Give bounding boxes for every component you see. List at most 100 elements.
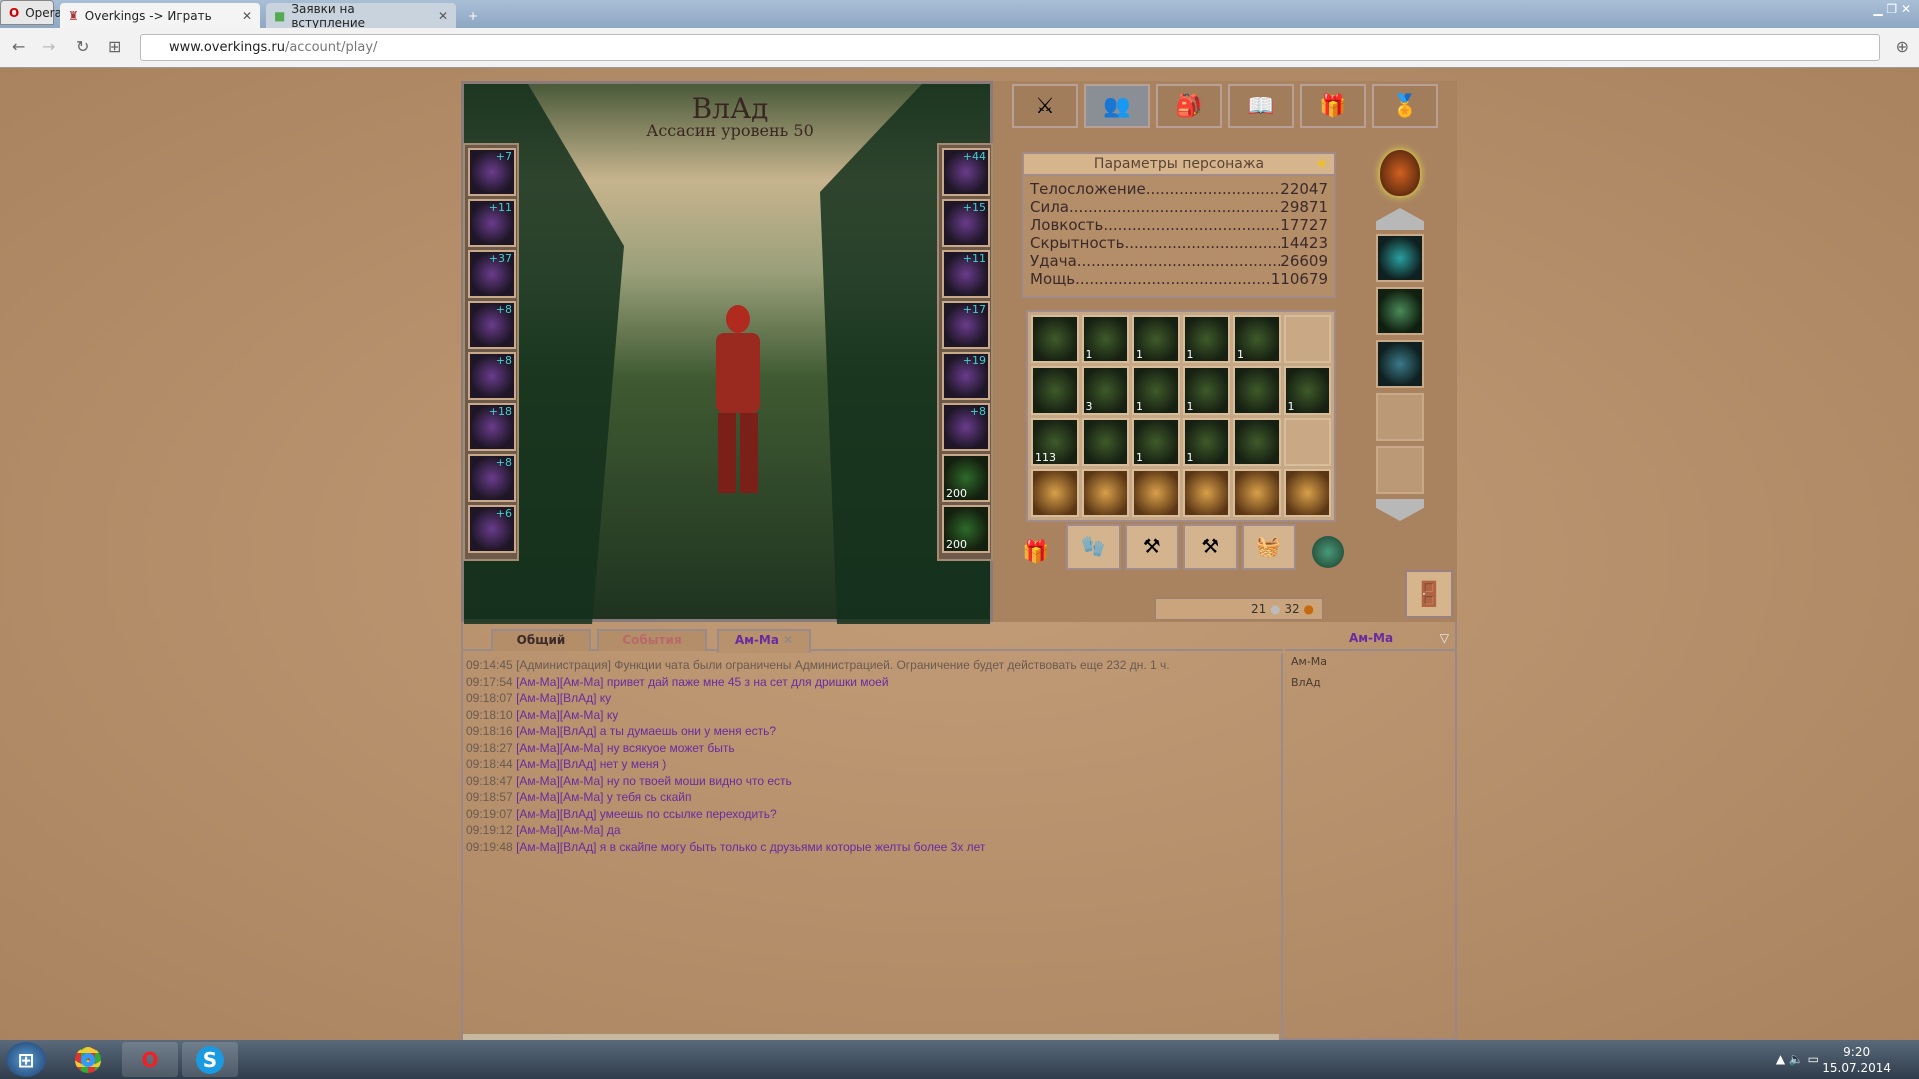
tab-characters[interactable]: 👥 (1084, 84, 1150, 128)
inventory-item-cloak[interactable] (1233, 417, 1281, 466)
equip-slot-shoulder[interactable]: +8 (468, 301, 516, 349)
equip-slot-helmet[interactable]: +11 (468, 199, 516, 247)
tab-inventory[interactable]: 🎒 (1156, 84, 1222, 128)
inventory-item-cloak[interactable] (1081, 417, 1129, 466)
tab-clan[interactable]: 🏅 (1372, 84, 1438, 128)
window-controls[interactable]: ▁ ❐ ✕ (1873, 2, 1911, 16)
equip-slot-dagger[interactable]: +15 (942, 199, 990, 247)
stat-value: 14423 (1280, 234, 1328, 252)
character-avatar (708, 305, 768, 505)
opera-menu-button[interactable]: O Opera (0, 0, 62, 25)
inventory-item-potion[interactable]: 1 (1132, 417, 1180, 466)
item-count: 1 (1186, 348, 1194, 362)
inventory-item-bag[interactable] (1283, 468, 1331, 517)
basket-tool-button[interactable]: 🧺 (1241, 524, 1296, 570)
belt-slot-shield[interactable] (1376, 340, 1424, 388)
inventory-item-scroll[interactable]: 3 (1081, 366, 1129, 415)
tab-battle[interactable]: ⚔ (1012, 84, 1078, 128)
stat-row: Сила29871 (1024, 198, 1334, 216)
opera-taskbar-icon[interactable]: O (122, 1042, 178, 1077)
inventory-item-bag[interactable] (1081, 468, 1129, 517)
speed-dial-icon[interactable]: ⊞ (108, 37, 121, 56)
inventory-item-bag[interactable] (1182, 468, 1230, 517)
tab-spellbook[interactable]: 📖 (1228, 84, 1294, 128)
item-count: 1 (1186, 450, 1194, 464)
inventory-item-cloak[interactable] (1031, 315, 1079, 364)
belt-slot-empty[interactable] (1376, 393, 1424, 441)
hide-tool-button[interactable]: 🧤 (1066, 524, 1121, 570)
stat-value: 29871 (1280, 198, 1328, 216)
inventory-item-silver[interactable]: 113 (1031, 417, 1079, 466)
equip-slot-green-flask[interactable]: 200 (942, 505, 990, 553)
left-equipment-column: +7 +11 +37 +8 +8 +18 +8 +6 (463, 143, 519, 561)
dropdown-icon[interactable]: ▽ (1440, 627, 1449, 649)
stat-label: Телосложение (1030, 180, 1280, 198)
inventory-item-cloak[interactable] (1031, 366, 1079, 415)
exit-door-button[interactable]: 🚪 (1405, 570, 1453, 618)
tray-icons[interactable]: ▲ 🔈 ▭ (1776, 1052, 1819, 1066)
browser-tab-overkings[interactable]: ♜ Overkings -> Играть ✕ (60, 3, 260, 28)
inventory-item-fire-ore[interactable]: 1 (1182, 315, 1230, 364)
inventory-item-staff[interactable]: 1 (1283, 366, 1331, 415)
inventory-item-bag[interactable] (1031, 468, 1079, 517)
message-text: [Ам-Ма][ВлАд] а ты думаешь они у меня ес… (516, 724, 777, 738)
url-input[interactable]: www.overkings.ru/account/play/ (140, 34, 1880, 61)
inventory-item-glove[interactable]: 1 (1182, 366, 1230, 415)
tab-events[interactable]: События (597, 629, 707, 651)
close-tab-icon[interactable]: ✕ (242, 9, 252, 23)
elixir-icon[interactable] (1380, 150, 1420, 196)
inventory-item-flask[interactable]: 1 (1132, 315, 1180, 364)
scroll-up-button[interactable] (1376, 208, 1424, 230)
inventory-item-crystals[interactable]: 1 (1081, 315, 1129, 364)
equip-slot-dagger[interactable]: +44 (942, 148, 990, 196)
item-count: 3 (1085, 399, 1093, 413)
equip-slot-boots[interactable]: +6 (468, 505, 516, 553)
chrome-taskbar-icon[interactable] (60, 1042, 116, 1077)
inventory-item-empty[interactable] (1283, 315, 1331, 364)
forward-icon[interactable]: → (42, 37, 55, 56)
gift-box-icon[interactable]: 🎁 (1022, 540, 1049, 565)
new-tab-button[interactable]: + (460, 3, 486, 28)
equip-slot-ring[interactable]: +19 (942, 352, 990, 400)
close-tab-icon[interactable]: ✕ (783, 633, 793, 647)
inventory-item-hammer[interactable]: 1 (1233, 315, 1281, 364)
back-icon[interactable]: ← (12, 37, 25, 56)
download-icon[interactable]: ⊕ (1896, 37, 1909, 56)
user-item[interactable]: Ам-Ма (1285, 651, 1457, 672)
inventory-item-bar[interactable]: 1 (1132, 366, 1180, 415)
browser-tab-applications[interactable]: ■ Заявки на вступление ✕ (266, 2, 456, 30)
pet-dragon-icon[interactable] (1312, 536, 1344, 568)
anvil-tool-button[interactable]: ⚒ (1124, 524, 1179, 570)
inventory-item-empty[interactable] (1283, 417, 1331, 466)
equip-slot-hood[interactable]: +7 (468, 148, 516, 196)
tab-private-am-ma[interactable]: Ам-Ма ✕ (717, 629, 811, 653)
inventory-item-magnifier[interactable]: 1 (1182, 417, 1230, 466)
equip-slot-belt[interactable]: +8 (468, 454, 516, 502)
tab-general[interactable]: Общий (491, 629, 591, 651)
character-title: ВлАд Ассасин уровень 50 (560, 92, 900, 140)
skype-taskbar-icon[interactable]: S (182, 1042, 238, 1077)
start-button[interactable]: ⊞ (6, 1042, 46, 1077)
favorite-star-icon[interactable]: ★ (1315, 154, 1328, 174)
belt-slot-amulet[interactable] (1376, 234, 1424, 282)
user-item[interactable]: ВлАд (1285, 672, 1457, 693)
equip-slot-green-potion[interactable]: 200 (942, 454, 990, 502)
inventory-item-bag[interactable] (1233, 468, 1281, 517)
equip-slot-belt[interactable]: +8 (942, 403, 990, 451)
equip-slot-amulet[interactable]: +11 (942, 250, 990, 298)
equip-slot-gloves[interactable]: +8 (468, 352, 516, 400)
reload-icon[interactable]: ↻ (76, 37, 89, 56)
inventory-item-cloak[interactable] (1233, 366, 1281, 415)
clock[interactable]: 9:20 15.07.2014 (1822, 1044, 1891, 1076)
message-text: [Ам-Ма][ВлАд] нет у меня ) (516, 757, 667, 771)
inventory-item-bag[interactable] (1132, 468, 1180, 517)
scroll-down-button[interactable] (1376, 499, 1424, 521)
equip-slot-ring[interactable]: +17 (942, 301, 990, 349)
belt-slot-empty[interactable] (1376, 446, 1424, 494)
tab-gifts[interactable]: 🎁 (1300, 84, 1366, 128)
close-tab-icon[interactable]: ✕ (438, 9, 448, 23)
equip-slot-pants[interactable]: +18 (468, 403, 516, 451)
equip-slot-bracer[interactable]: +37 (468, 250, 516, 298)
belt-slot-mask[interactable] (1376, 287, 1424, 335)
anvil-tool-button[interactable]: ⚒ (1183, 524, 1238, 570)
